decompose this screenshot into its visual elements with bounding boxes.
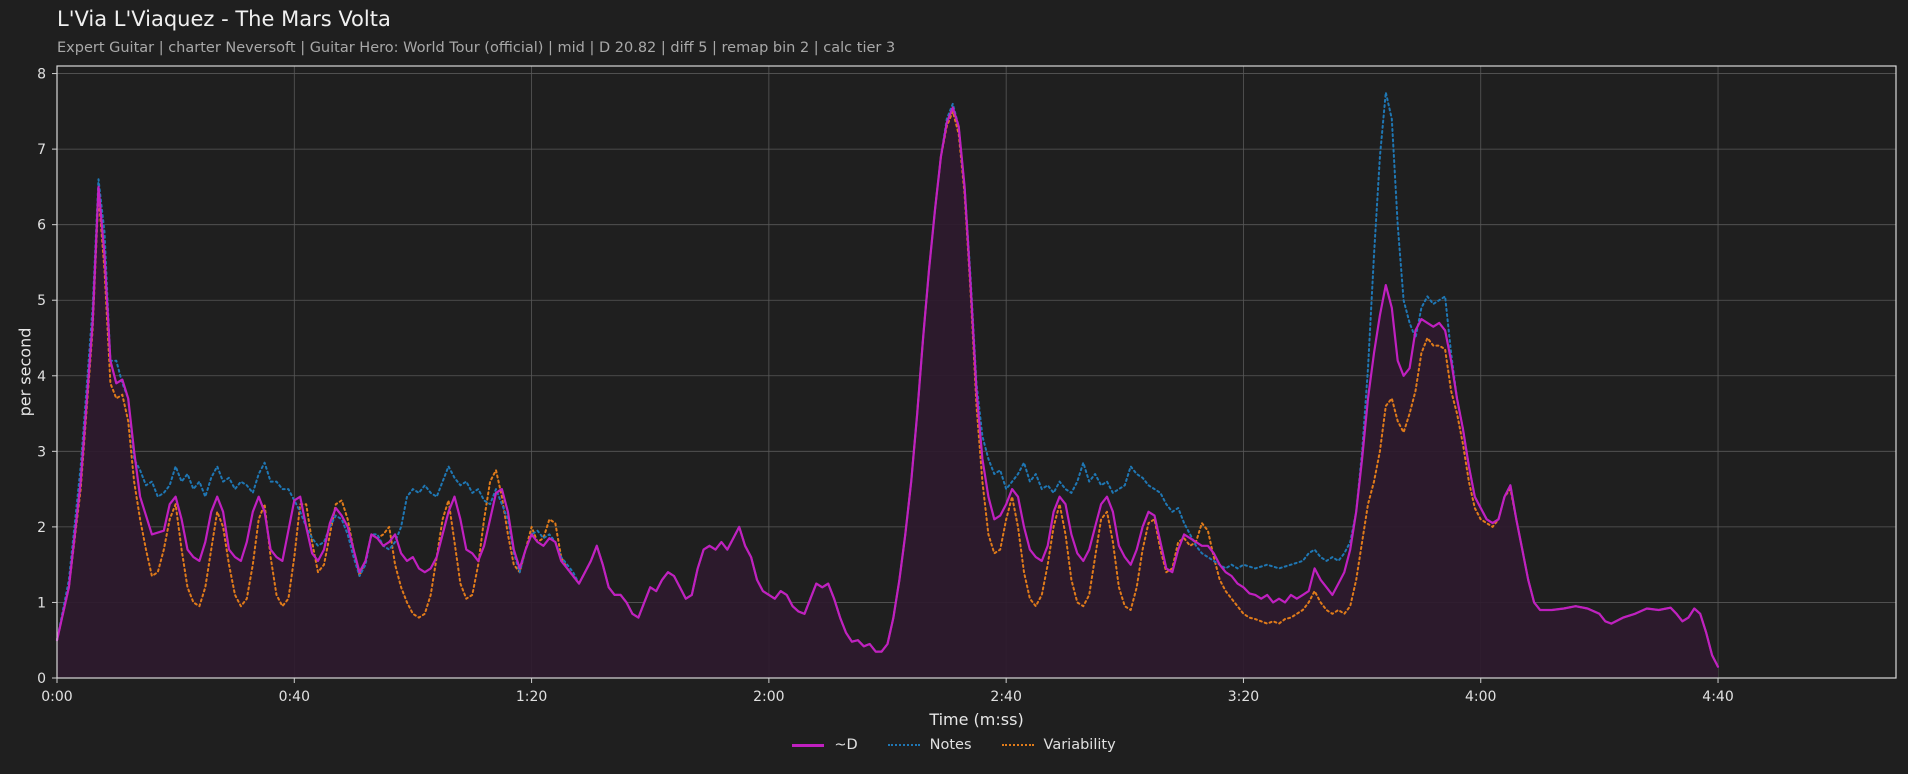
y-tick-label: 5: [37, 293, 46, 309]
y-tick-label: 1: [37, 595, 46, 611]
y-tick-label: 3: [37, 444, 46, 460]
x-tick-label: 2:00: [753, 689, 784, 705]
legend-swatch-d: [792, 743, 825, 747]
x-tick-label: 3:20: [1228, 689, 1259, 705]
y-tick-label: 4: [37, 369, 46, 385]
legend-swatch-variability: [1001, 744, 1034, 746]
y-axis-label: per second: [16, 328, 35, 417]
y-tick-label: 2: [37, 520, 46, 536]
y-tick-label: 7: [37, 142, 46, 158]
x-tick-label: 0:00: [41, 689, 72, 705]
x-tick-label: 0:40: [279, 689, 310, 705]
series-area-d: [57, 107, 1719, 679]
x-tick-label: 1:20: [516, 689, 547, 705]
y-axis-ticks: 0 1 2 3 4 5 6 7 8: [37, 67, 57, 687]
y-tick-label: 0: [37, 671, 46, 687]
legend-item-d: ~D: [792, 737, 858, 753]
y-tick-label: 6: [37, 218, 46, 234]
legend: ~D Notes Variability: [0, 737, 1908, 753]
chart: 0:00 0:40 1:20 2:00 2:40 3:20 4:00 4:40 0 1 2 3 4 5 6…: [16, 65, 1897, 729]
x-tick-label: 2:40: [990, 689, 1021, 705]
y-tick-label: 8: [37, 67, 46, 83]
legend-item-variability: Variability: [1001, 737, 1116, 753]
legend-label-variability: Variability: [1043, 737, 1116, 753]
x-tick-label: 4:40: [1702, 689, 1733, 705]
legend-label-notes: Notes: [929, 737, 972, 753]
legend-swatch-notes: [887, 744, 920, 746]
legend-label-d: ~D: [834, 737, 858, 753]
legend-item-notes: Notes: [887, 737, 972, 753]
x-tick-label: 4:00: [1465, 689, 1496, 705]
x-axis-ticks: 0:00 0:40 1:20 2:00 2:40 3:20 4:00 4:40: [41, 678, 1734, 705]
area-fill-layer: [57, 107, 1719, 679]
x-axis-label: Time (m:ss): [928, 710, 1023, 729]
